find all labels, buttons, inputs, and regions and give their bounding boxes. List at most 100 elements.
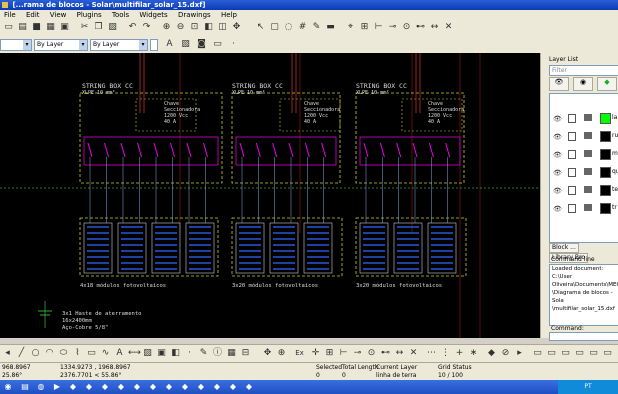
monitor-icon[interactable]: ▭ [546,348,557,359]
ex-button[interactable]: Ex [294,348,305,359]
app-icon[interactable]: ◆ [100,382,110,392]
relative-zero-icon[interactable]: ⊘ [500,348,511,359]
drawing-canvas[interactable]: STRING BOX CC XLPE 10 mm² Chave Secciona… [0,53,540,338]
zoom-auto-icon[interactable]: ⊡ [189,22,200,33]
layer-color-swatch[interactable] [600,149,611,160]
eye-icon[interactable]: 👁 [553,187,562,195]
restrict-ortho-icon[interactable]: + [454,348,465,359]
menu-drawings[interactable]: Drawings [174,11,215,19]
snap-center-icon[interactable]: ⊙ [401,22,412,33]
polyline-icon[interactable]: ⌇ [72,348,83,359]
menu-file[interactable]: File [0,11,20,19]
app-icon[interactable]: ◆ [68,382,78,392]
layer-color-swatch[interactable] [600,113,611,124]
zoom-window-icon[interactable]: ◫ [217,22,228,33]
select-icon[interactable]: ▦ [226,348,237,359]
media-icon[interactable]: ▶ [52,382,62,392]
pointer-icon[interactable]: ↖ [255,22,266,33]
restrict-nothing-icon[interactable]: ∗ [468,348,479,359]
paste-icon[interactable]: ▨ [107,22,118,33]
camera-icon[interactable]: ◙ [196,39,207,50]
snap-center-icon[interactable]: ⊙ [366,348,377,359]
monitor-icon[interactable]: ▭ [588,348,599,359]
undo-icon[interactable]: ↶ [127,22,138,33]
spline-icon[interactable]: ∿ [100,348,111,359]
cut-icon[interactable]: ✂ [79,22,90,33]
add-layer-icon[interactable]: ◆ [597,77,617,91]
monitor-icon[interactable]: ▭ [560,348,571,359]
eye-icon[interactable]: 👁 [553,133,562,141]
snap-on-entity-icon[interactable]: ⊸ [352,348,363,359]
hatch-icon[interactable]: ▨ [142,348,153,359]
layer-row[interactable]: 👁 te [550,182,618,200]
circle-icon[interactable]: ○ [30,348,41,359]
deselect-icon[interactable]: ◌ [283,22,294,33]
app-icon[interactable]: ◆ [132,382,142,392]
layer-row[interactable]: 👁 tr [550,200,618,218]
lock-icon[interactable]: ▸ [514,348,525,359]
language-indicator[interactable]: PT [584,383,591,390]
print-icon[interactable] [584,186,592,193]
lock-icon[interactable] [568,168,576,177]
snap-free-icon[interactable]: ✛ [310,348,321,359]
snap-intersection-icon[interactable]: ✕ [408,348,419,359]
print-icon[interactable] [584,168,592,175]
print-preview-icon[interactable]: ▣ [59,22,70,33]
menu-edit[interactable]: Edit [22,11,44,19]
grid-icon[interactable]: # [297,22,308,33]
eye-icon[interactable]: 👁 [553,205,562,213]
lock-icon[interactable] [568,150,576,159]
lock-icon[interactable] [568,186,576,195]
text-icon[interactable]: A [114,348,125,359]
menu-plugins[interactable]: Plugins [73,11,106,19]
zoom-in-icon[interactable]: ⊕ [161,22,172,33]
snap-entity-icon[interactable]: ⊸ [387,22,398,33]
snap-endpoint-icon[interactable]: ⊢ [373,22,384,33]
layer-color-swatch[interactable] [600,203,611,214]
zoom-pan-icon[interactable]: ✥ [231,22,242,33]
browser-icon[interactable]: ◍ [36,382,46,392]
rectangle-icon[interactable]: ▭ [86,348,97,359]
hide-all-layers-icon[interactable]: ◉ [573,77,593,91]
snap-middle-icon[interactable]: ⊷ [380,348,391,359]
zoom-out-icon[interactable]: ⊖ [175,22,186,33]
open-file-icon[interactable]: ▤ [17,22,28,33]
app-icon[interactable]: ◆ [164,382,174,392]
snap-intersection-icon[interactable]: ✕ [443,22,454,33]
print-icon[interactable] [584,204,592,211]
print-icon[interactable] [584,150,592,157]
app-icon[interactable]: ◆ [84,382,94,392]
menu-tools[interactable]: Tools [108,11,133,19]
restrict-vertical-icon[interactable]: ⋮ [440,348,451,359]
start-icon[interactable]: ◉ [3,382,13,392]
monitor-icon[interactable]: ▭ [602,348,613,359]
folder-icon[interactable]: ▤ [20,382,30,392]
menu-view[interactable]: View [46,11,71,19]
modify-icon[interactable]: ✎ [198,348,209,359]
image-insert-icon[interactable]: ▣ [156,348,167,359]
dimension-icon[interactable]: ⟷ [128,348,141,359]
frame-icon[interactable]: ▭ [212,39,223,50]
layer-row[interactable]: 👁 qu [550,164,618,182]
pan-icon[interactable]: ✥ [262,348,273,359]
app-icon[interactable]: ◆ [228,382,238,392]
redo-icon[interactable]: ↷ [141,22,152,33]
layer-row[interactable]: 👁 ru [550,128,618,146]
arc-icon[interactable]: ◠ [44,348,55,359]
lock-icon[interactable] [568,132,576,141]
snap-grid-icon[interactable]: ⊞ [324,348,335,359]
monitor-icon[interactable]: ▭ [574,348,585,359]
line-icon[interactable]: ╱ [16,348,27,359]
snap-distance-icon[interactable]: ↔ [394,348,405,359]
snap-endpoint-icon[interactable]: ⊢ [338,348,349,359]
info-icon[interactable]: ⓘ [212,348,223,359]
color-combo[interactable]: By Layer ▾ [34,39,88,51]
point-icon[interactable]: · [184,348,195,359]
snap-grid-icon[interactable]: ⊞ [359,22,370,33]
status-bar-icon[interactable]: ▬ [325,22,336,33]
print-icon[interactable] [584,114,592,121]
print-icon[interactable]: ▦ [45,22,56,33]
layer-color-swatch[interactable] [600,167,611,178]
restrict-horizontal-icon[interactable]: ⋯ [426,348,437,359]
ellipse-icon[interactable]: ⬭ [58,348,69,359]
